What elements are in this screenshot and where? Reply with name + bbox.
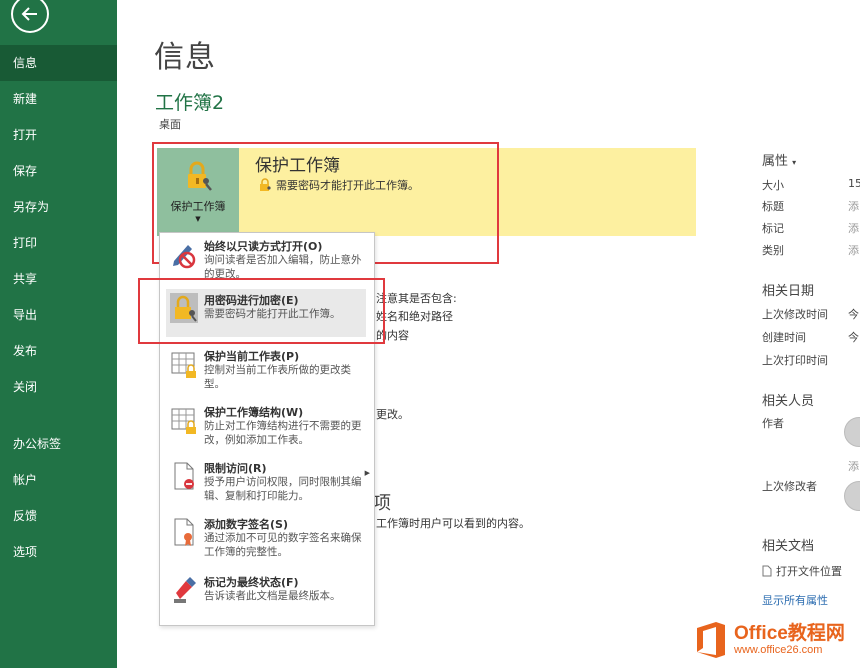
menu-item-desc: 防止对工作簿结构进行不需要的更改，例如添加工作表。 [204,420,362,446]
backstage-sidebar: 信息 新建 打开 保存 另存为 打印 共享 导出 发布 关闭 办公标签 帐户 反… [0,0,117,668]
document-signature-icon [174,518,194,546]
date-created-value: 今 [848,331,859,344]
protect-button-label: 保护工作簿 [170,200,226,213]
document-restrict-icon [174,462,194,490]
menu-item-encrypt-with-password[interactable]: 用密码进行加密(E) 需要密码才能打开此工作簿。 [166,289,366,337]
versions-text: 更改。 [376,408,409,421]
inspect-text-3: 的内容 [376,329,409,342]
show-all-properties-link[interactable]: 显示所有属性 [762,592,828,608]
menu-item-title: 保护工作簿结构(W) [204,406,304,419]
prop-category-value[interactable]: 添 [848,242,859,258]
dates-header: 相关日期 [762,284,815,299]
prop-tags-label: 标记 [762,222,784,235]
add-author-link[interactable]: 添 [848,458,859,474]
menu-item-protect-structure[interactable]: 保护工作簿结构(W) 防止对工作簿结构进行不需要的更改，例如添加工作表。 [166,401,366,457]
inspect-text-1: 注意其是否包含: [376,292,457,305]
prop-size-value: 15 [848,177,860,190]
author-avatar [844,417,860,447]
page-title: 信息 [154,40,216,75]
properties-header[interactable]: 属性 ▾ [762,150,796,169]
menu-item-desc: 控制对当前工作表所做的更改类型。 [204,364,351,390]
protect-description: 需要密码才能打开此工作簿。 [276,179,419,192]
prop-tags-value[interactable]: 添 [848,220,859,236]
submenu-arrow-icon: ▶ [364,469,370,477]
structure-lock-icon [171,408,196,434]
document-icon [762,565,772,577]
prop-title-label: 标题 [762,200,784,213]
back-button[interactable] [11,0,49,33]
menu-item-title: 保护当前工作表(P) [204,350,300,363]
nav-share[interactable]: 共享 [0,261,117,297]
people-header: 相关人员 [762,394,815,409]
nav-open[interactable]: 打开 [0,117,117,153]
menu-item-title: 始终以只读方式打开(O) [204,240,323,253]
nav-feedback[interactable]: 反馈 [0,498,117,534]
menu-item-always-open-readonly[interactable]: 始终以只读方式打开(O) 询问读者是否加入编辑，防止意外的更改。 [166,235,366,287]
browser-options-text: 工作簿时用户可以看到的内容。 [376,517,530,530]
workbook-name: 工作簿2 [155,92,225,114]
watermark-title: Office教程网 [734,622,845,644]
nav-account[interactable]: 帐户 [0,462,117,498]
modifier-avatar [844,481,860,511]
lock-key-icon [170,293,198,323]
nav-export[interactable]: 导出 [0,297,117,333]
browser-options-heading: 项 [373,493,391,514]
office-logo-icon [697,622,725,658]
date-created-label: 创建时间 [762,331,806,344]
last-modified-by-label: 上次修改者 [762,480,817,493]
menu-item-restrict-access[interactable]: 限制访问(R) 授予用户访问权限，同时限制其编辑、复制和打印能力。 ▶ [166,457,370,513]
nav-save[interactable]: 保存 [0,153,117,189]
protect-workbook-button[interactable]: 保护工作簿 ▼ [157,148,239,236]
menu-item-desc: 询问读者是否加入编辑，防止意外的更改。 [204,254,362,280]
prop-size-label: 大小 [762,179,784,192]
workbook-location[interactable]: 桌面 [159,116,181,132]
menu-item-desc: 告诉读者此文档是最终版本。 [204,590,341,602]
watermark-url: www.office26.com [734,643,823,656]
nav-publish[interactable]: 发布 [0,333,117,369]
back-arrow-icon [21,7,37,21]
menu-item-title: 限制访问(R) [204,462,267,475]
protect-workbook-menu: 始终以只读方式打开(O) 询问读者是否加入编辑，防止意外的更改。 用密码进行加密… [159,232,375,626]
menu-item-title: 标记为最终状态(F) [204,576,299,589]
pencil-no-icon [173,245,196,269]
date-printed-label: 上次打印时间 [762,354,828,367]
protect-section-status: 需要密码才能打开此工作簿。 [258,177,419,193]
nav-save-as[interactable]: 另存为 [0,189,117,225]
nav-info[interactable]: 信息 [0,45,117,81]
chevron-down-icon: ▼ [195,215,201,223]
nav-options[interactable]: 选项 [0,534,117,570]
date-modified-label: 上次修改时间 [762,308,828,321]
nav-close[interactable]: 关闭 [0,369,117,405]
prop-category-label: 类别 [762,244,784,257]
protect-section-title: 保护工作簿 [255,156,340,176]
author-label: 作者 [762,417,784,430]
site-watermark: Office教程网 www.office26.com [694,618,845,662]
prop-title-value[interactable]: 添 [848,198,859,214]
final-stamp-icon [174,577,196,603]
menu-item-title: 用密码进行加密(E) [204,294,299,307]
menu-item-desc: 需要密码才能打开此工作簿。 [204,308,341,320]
small-lock-icon [260,178,271,191]
menu-item-title: 添加数字签名(S) [204,518,288,531]
nav-print[interactable]: 打印 [0,225,117,261]
open-file-location[interactable]: 打开文件位置 [762,563,842,579]
nav-office-tab[interactable]: 办公标签 [0,426,117,462]
menu-item-mark-as-final[interactable]: 标记为最终状态(F) 告诉读者此文档是最终版本。 [166,571,366,611]
sheet-lock-icon [171,352,196,378]
menu-item-desc: 通过添加不可见的数字签名来确保工作簿的完整性。 [204,532,362,558]
menu-item-add-signature[interactable]: 添加数字签名(S) 通过添加不可见的数字签名来确保工作簿的完整性。 [166,513,366,569]
menu-item-desc: 授予用户访问权限，同时限制其编辑、复制和打印能力。 [204,476,362,502]
related-docs-header: 相关文档 [762,539,815,554]
lock-key-icon [188,161,212,191]
inspect-text-2: 姓名和绝对路径 [376,310,453,323]
menu-item-protect-sheet[interactable]: 保护当前工作表(P) 控制对当前工作表所做的更改类型。 [166,345,366,397]
date-modified-value: 今 [848,308,859,321]
nav-new[interactable]: 新建 [0,81,117,117]
